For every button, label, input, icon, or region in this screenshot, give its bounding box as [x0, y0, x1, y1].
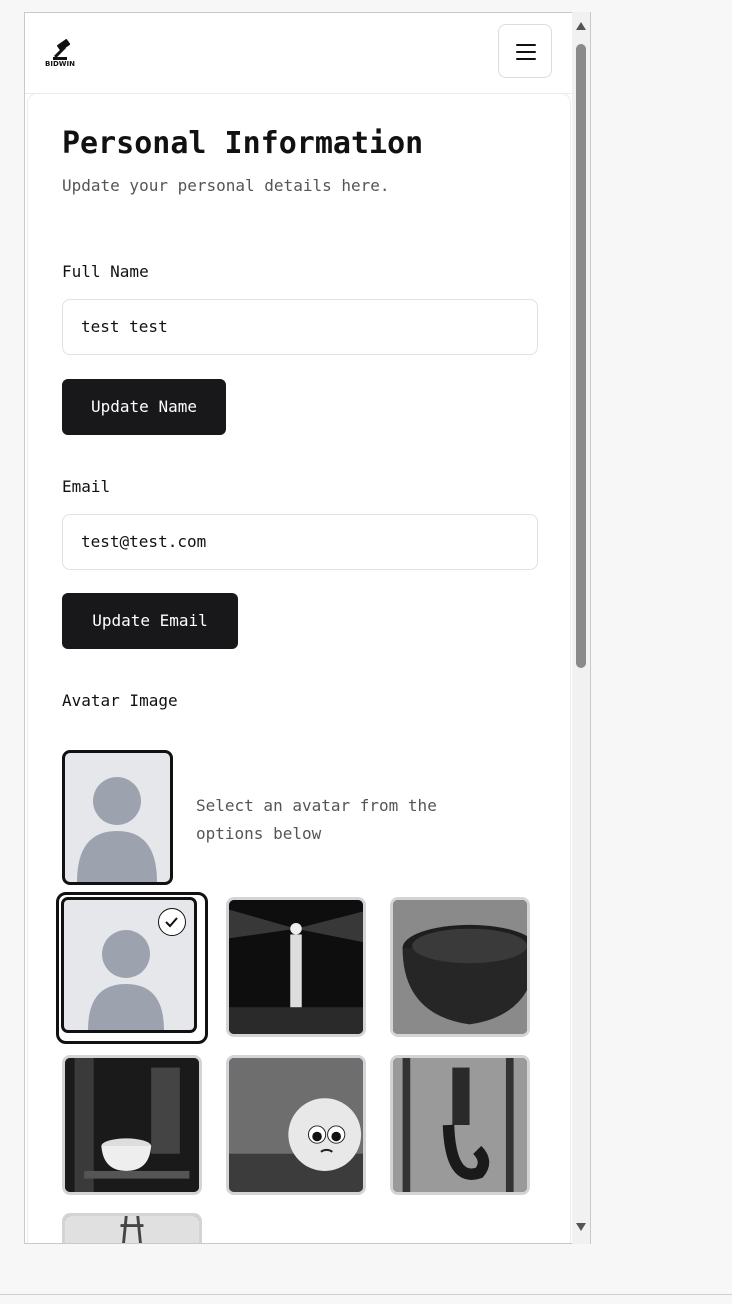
bowl-image	[393, 900, 527, 1034]
bidwin-logo[interactable]: BIDWIN	[45, 33, 89, 75]
avatar-image-label: Avatar Image	[62, 691, 178, 710]
page-subtitle: Update your personal details here.	[62, 176, 390, 195]
avatar-option-default[interactable]	[56, 892, 208, 1044]
hamburger-menu-icon-line	[516, 51, 536, 53]
scroll-down-arrow-icon[interactable]	[576, 1223, 586, 1231]
menu-button[interactable]	[498, 24, 552, 78]
update-email-button[interactable]: Update Email	[62, 593, 238, 649]
avatar-hint-text: Select an avatar from the options below	[196, 796, 437, 843]
full-name-label: Full Name	[62, 262, 149, 281]
hamburger-menu-icon-line	[516, 58, 536, 60]
worried-ball-image	[229, 1058, 363, 1192]
personal-information-card: Personal Information Update your persona…	[27, 93, 571, 1243]
page-title: Personal Information	[62, 126, 424, 161]
logo-wordmark: BIDWIN	[45, 60, 75, 68]
scroll-up-arrow-icon[interactable]	[576, 22, 586, 30]
email-label: Email	[62, 477, 111, 496]
email-input[interactable]: test@test.com	[62, 514, 538, 570]
avatar-option-power-line[interactable]	[62, 1213, 202, 1243]
hamburger-menu-icon	[516, 44, 536, 46]
browser-viewport: BIDWIN Personal Information Update your …	[24, 12, 591, 1244]
avatar-option-bowl[interactable]	[390, 897, 530, 1037]
update-name-button[interactable]: Update Name	[62, 379, 226, 435]
gavel-icon	[53, 39, 71, 60]
selected-check-icon	[158, 908, 186, 936]
lighthouse-image	[229, 900, 363, 1034]
vertical-scrollbar[interactable]	[572, 12, 590, 1244]
divider	[0, 1294, 732, 1295]
current-avatar-preview	[62, 750, 173, 885]
avatar-option-worried-ball[interactable]	[226, 1055, 366, 1195]
espresso-image	[65, 1058, 199, 1192]
avatar-option-crane-hook[interactable]	[390, 1055, 530, 1195]
avatar-option-lighthouse[interactable]	[226, 897, 366, 1037]
crane-hook-image	[393, 1058, 527, 1192]
full-name-input[interactable]: test test	[62, 299, 538, 355]
default-avatar-thumbnail	[61, 897, 197, 1033]
top-navigation-bar: BIDWIN	[25, 13, 590, 94]
default-avatar-icon	[77, 777, 157, 882]
power-line-image	[65, 1216, 199, 1243]
avatar-option-espresso[interactable]	[62, 1055, 202, 1195]
scrollbar-thumb[interactable]	[576, 44, 586, 668]
